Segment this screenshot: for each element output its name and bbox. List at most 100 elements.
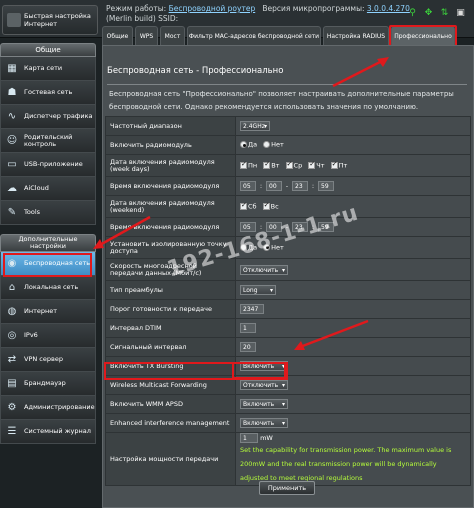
sidebar-item-firewall[interactable]: ▤ Брандмауэр [0, 372, 96, 396]
power-label: Настройка мощности передачи [105, 432, 236, 486]
sidebar-item-label: Карта сети [24, 64, 63, 72]
day-label: Пн [248, 161, 258, 170]
sidebar-item-label: Родительский контроль [24, 132, 73, 148]
weekend-end-hour[interactable]: 23 [292, 222, 308, 232]
quick-setup-button[interactable]: Быстрая настройка Интернет [2, 5, 98, 35]
weekday-time-label: Время включения радиомодуля [105, 176, 236, 196]
quick-setup-icon [7, 13, 21, 27]
tab-radius[interactable]: Настройка RADIUS [323, 26, 389, 45]
sidebar-item-network-map[interactable]: ▦ Карта сети [0, 57, 96, 81]
weekend-time-label: Время включения радиомодуля [105, 217, 236, 237]
power-note: Set the capability for transmission powe… [240, 446, 452, 482]
cloud-icon: ☁ [7, 182, 17, 194]
apply-button[interactable]: Применить [259, 481, 315, 495]
wmf-select[interactable]: Отключить [240, 380, 288, 390]
weekend-start-hour[interactable]: 05 [240, 222, 256, 232]
rts-label: Порог готовности к передаче [105, 299, 236, 319]
radio-enable-no[interactable] [263, 141, 271, 149]
isolate-yes-radio[interactable] [240, 243, 247, 251]
band-select[interactable]: 2.4GHz [240, 121, 270, 131]
multicast-rate-label: Скорость многоадресной передачи данных (… [105, 258, 236, 281]
day-wed-checkbox[interactable] [285, 161, 293, 169]
radio-enable-yes[interactable] [240, 141, 247, 149]
sidebar-highlight-box [3, 253, 92, 277]
ipv6-icon: ◎ [7, 329, 17, 341]
beacon-input[interactable]: 20 [240, 342, 256, 352]
sidebar-item-system-log[interactable]: ☰ Системный журнал [0, 420, 96, 444]
day-label: Вт [271, 161, 280, 170]
no-label: Нет [271, 140, 284, 149]
vpn-icon: ⇄ [7, 353, 17, 365]
internet-icon: ◍ [7, 305, 17, 317]
radio-enable-label: Включить радиомодуль [105, 135, 236, 155]
traffic-manager-icon: ∿ [7, 110, 17, 122]
power-input[interactable]: 1 [240, 433, 258, 443]
tab-highlight-box [389, 25, 457, 47]
sidebar-item-usb-application[interactable]: ▭ USB-приложение [0, 153, 96, 177]
sidebar-item-aicloud[interactable]: ☁ AiCloud [0, 177, 96, 201]
day-sun-checkbox[interactable] [262, 202, 270, 210]
interference-label: Enhanced interference management [105, 413, 236, 433]
router-admin-window: Быстрая настройка Интернет Режим работы:… [0, 0, 474, 508]
day-label: Чт [316, 161, 325, 170]
sidebar-item-lan[interactable]: ⌂ Локальная сеть [0, 276, 96, 300]
sidebar-general-header: Общие [0, 43, 96, 57]
preamble-label: Тип преамбулы [105, 280, 236, 300]
dtim-label: Интервал DTIM [105, 318, 236, 338]
weekday-end-minute[interactable]: 59 [318, 181, 334, 191]
sidebar-item-internet[interactable]: ◍ Интернет [0, 300, 96, 324]
mode-value-link[interactable]: Беспроводной роутер [169, 4, 256, 13]
wifi-status-icon[interactable]: ⚲ [407, 8, 418, 19]
day-thu-checkbox[interactable] [308, 161, 316, 169]
sidebar-item-parental-control[interactable]: ☺ Родительский контроль [0, 129, 96, 153]
weekend-end-minute[interactable]: 59 [318, 222, 334, 232]
printer-status-icon[interactable]: ▣ [455, 8, 466, 19]
guest-network-icon: ☗ [7, 86, 17, 98]
day-mon-checkbox[interactable] [240, 161, 247, 169]
sidebar-item-label: Локальная сеть [24, 283, 79, 291]
isolate-no-radio[interactable] [263, 243, 271, 251]
isolate-label: Установить изолированную точку доступа [105, 236, 236, 259]
dtim-input[interactable]: 1 [240, 323, 256, 333]
sidebar-item-administration[interactable]: ⚙ Администрирование [0, 396, 96, 420]
sidebar-item-tools[interactable]: ✎ Tools [0, 201, 96, 225]
page-description: Беспроводная сеть "Профессионально" позв… [109, 90, 454, 111]
sidebar-item-label: VPN сервер [24, 355, 63, 363]
tab-mac-filter[interactable]: Фильтр MAC-адресов беспроводной сети [187, 26, 321, 45]
day-label: Сб [248, 202, 257, 211]
lan-icon: ⌂ [8, 281, 16, 293]
sidebar-item-guest-network[interactable]: ☗ Гостевая сеть [0, 81, 96, 105]
day-label: Ср [293, 161, 303, 170]
sidebar-item-vpn-server[interactable]: ⇄ VPN сервер [0, 348, 96, 372]
rts-input[interactable]: 2347 [240, 304, 264, 314]
weekday-start-minute[interactable]: 00 [266, 181, 282, 191]
weekday-end-hour[interactable]: 23 [292, 181, 308, 191]
sidebar-item-label: IPv6 [24, 331, 38, 339]
multicast-rate-select[interactable]: Отключить [240, 264, 288, 275]
interference-select[interactable]: Включить [240, 418, 288, 428]
admin-icon: ⚙ [7, 401, 17, 413]
tab-bridge[interactable]: Мост [160, 26, 185, 45]
apsd-select[interactable]: Включить [240, 399, 288, 409]
sidebar-item-ipv6[interactable]: ◎ IPv6 [0, 324, 96, 348]
preamble-select[interactable]: Long [240, 285, 276, 295]
firmware-value-link[interactable]: 3.0.0.4.270 [367, 4, 410, 13]
day-sat-checkbox[interactable] [240, 202, 247, 210]
firewall-icon: ▤ [7, 377, 17, 389]
internet-status-icon[interactable]: ✥ [423, 8, 434, 19]
tab-general[interactable]: Общие [102, 26, 133, 45]
sidebar-advanced-header: Дополнительные настройки [0, 234, 96, 252]
day-fri-checkbox[interactable] [330, 161, 338, 169]
weekday-start-hour[interactable]: 05 [240, 181, 256, 191]
mode-label: Режим работы: [106, 4, 167, 13]
weekend-start-minute[interactable]: 00 [266, 222, 282, 232]
sidebar-item-label: USB-приложение [24, 160, 83, 168]
tab-wps[interactable]: WPS [135, 26, 158, 45]
no-label: Нет [271, 243, 284, 252]
title-divider [107, 84, 467, 85]
sidebar-item-traffic-manager[interactable]: ∿ Диспетчер трафика [0, 105, 96, 129]
weekend-label: Дата включения радиомодуля (weekend) [105, 195, 236, 218]
usb-status-icon[interactable]: ⇅ [439, 8, 450, 19]
day-tue-checkbox[interactable] [263, 161, 271, 169]
day-label: Пт [338, 161, 348, 170]
